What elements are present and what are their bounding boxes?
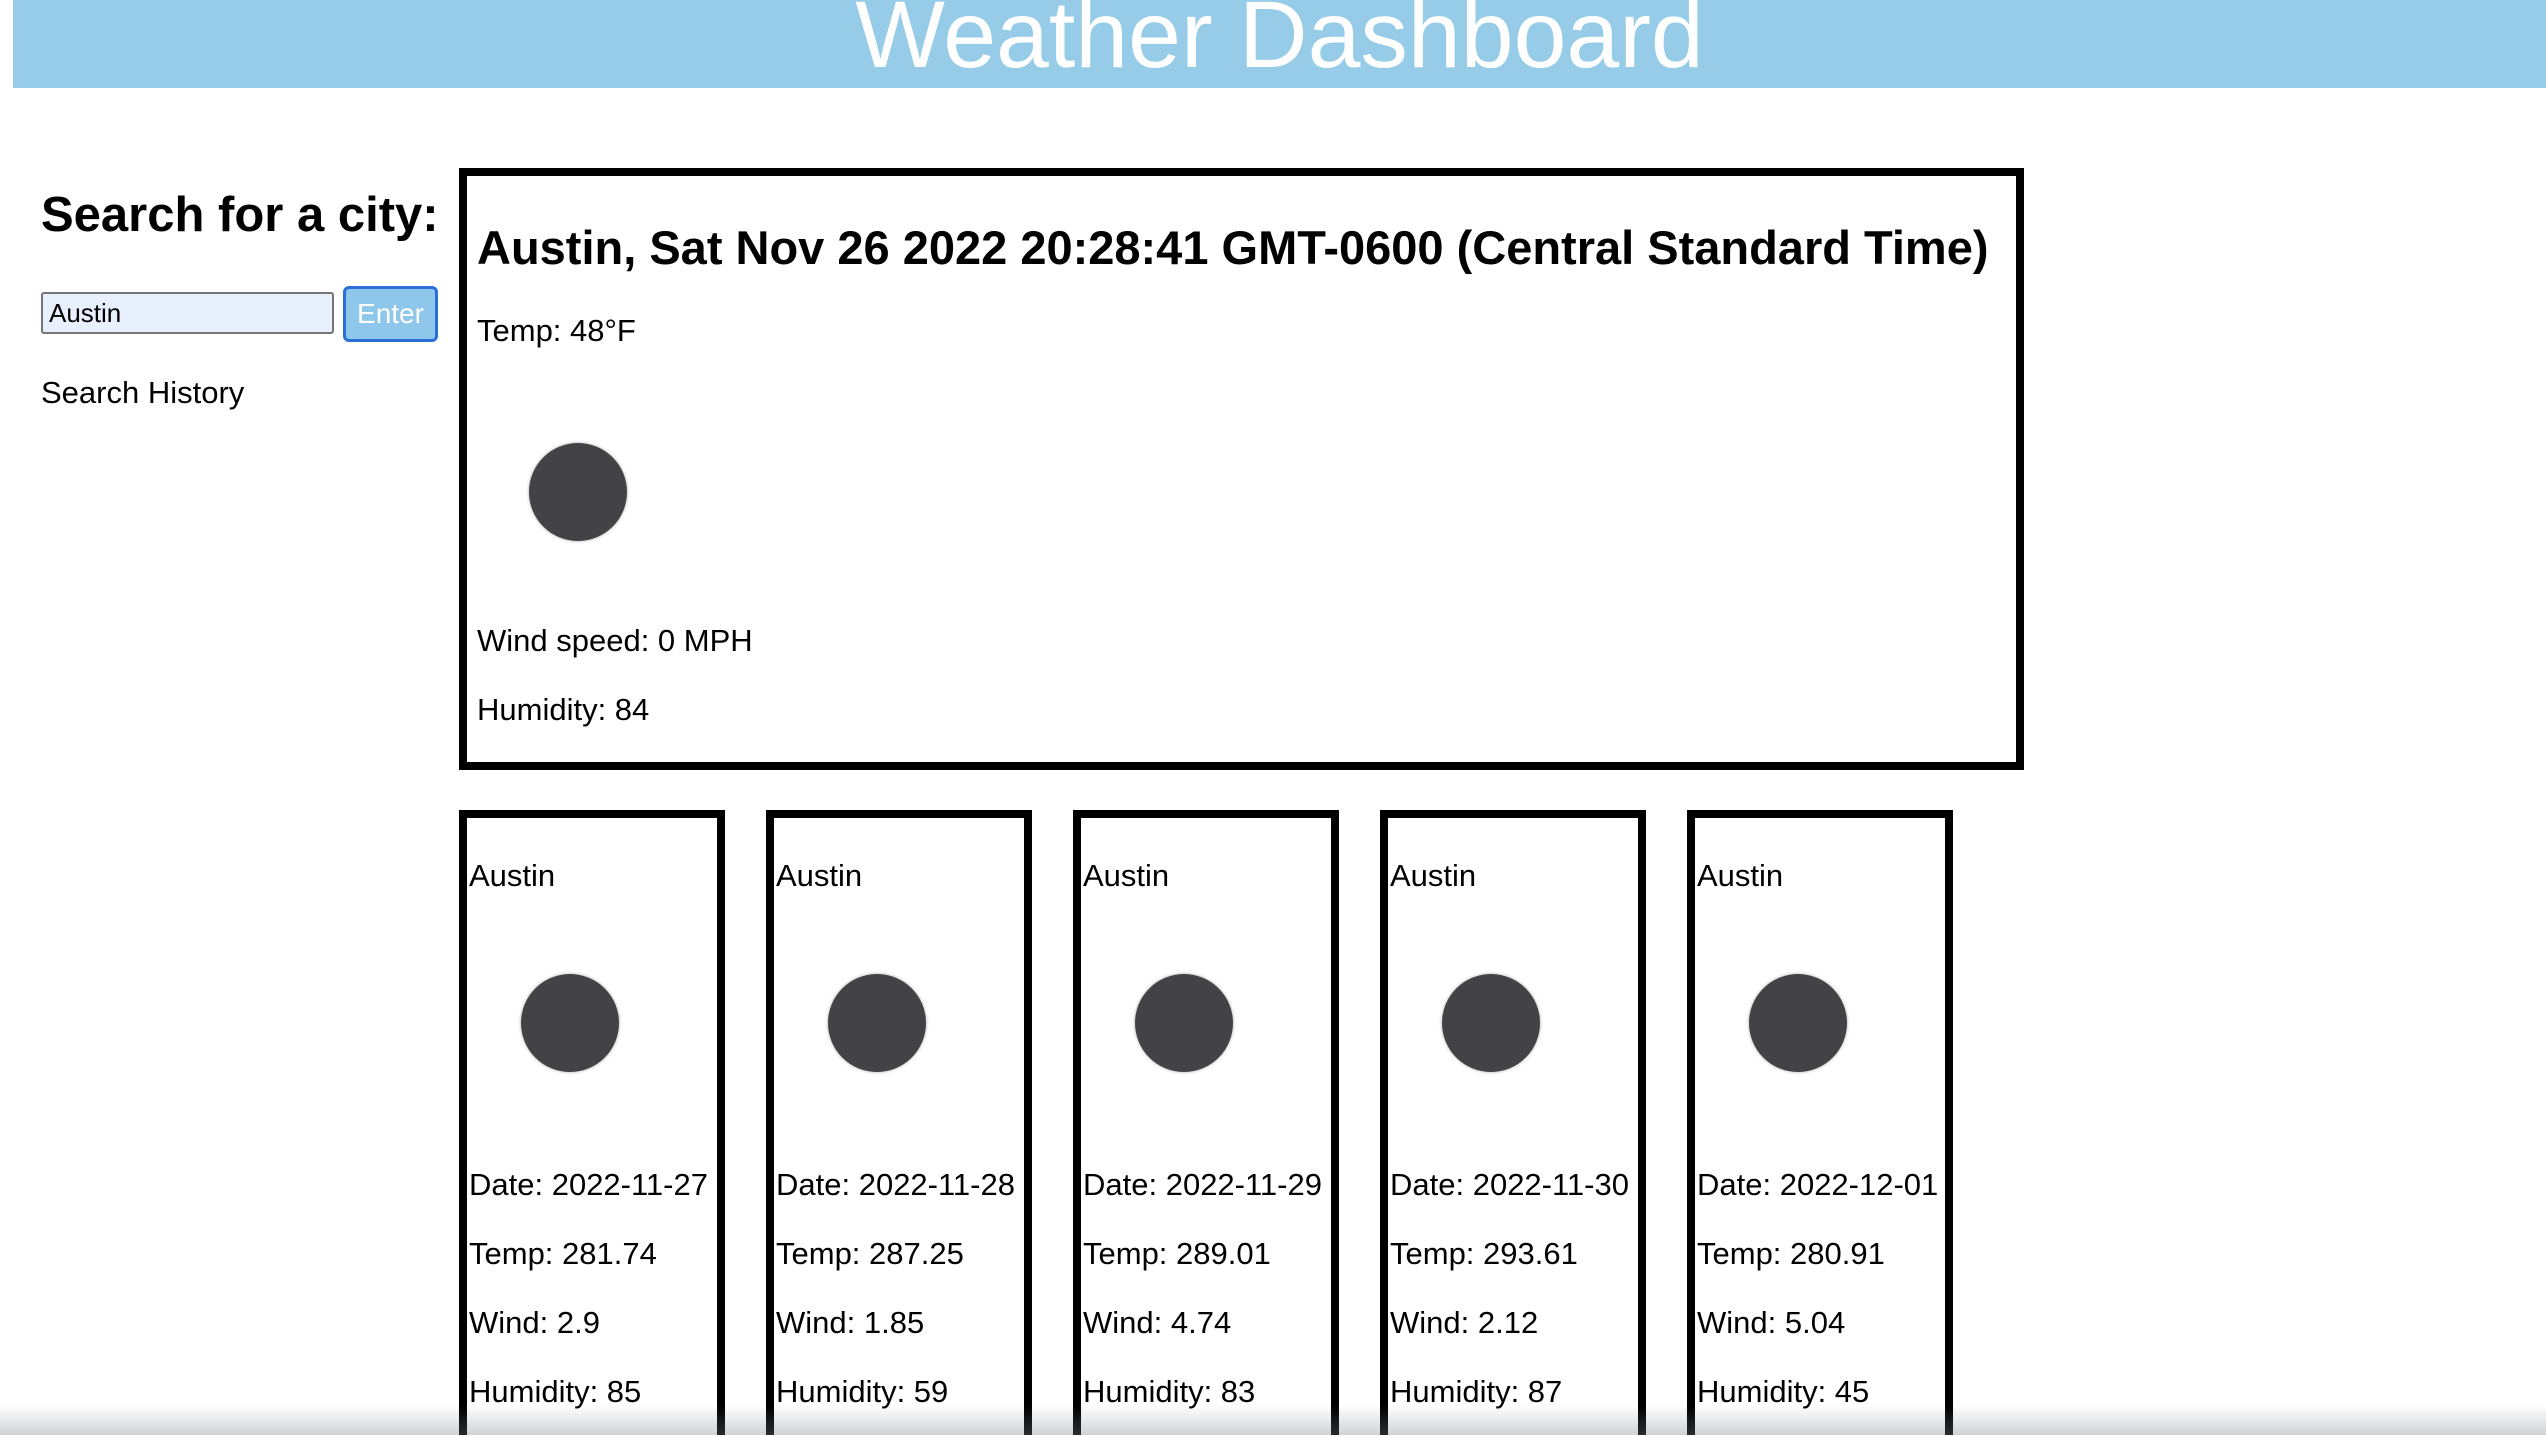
forecast-city: Austin xyxy=(1697,858,1784,893)
forecast-humidity: Humidity: 87 xyxy=(1390,1374,1563,1409)
forecast-city: Austin xyxy=(776,858,863,893)
forecast-city: Austin xyxy=(1083,858,1170,893)
forecast-temp: Temp: 289.01 xyxy=(1083,1236,1271,1271)
weather-icon xyxy=(1442,974,1540,1072)
header-bar: Weather Dashboard xyxy=(13,0,2546,88)
forecast-wind: Wind: 1.85 xyxy=(776,1305,925,1340)
weather-icon xyxy=(521,974,619,1072)
forecast-wind: Wind: 2.12 xyxy=(1390,1305,1539,1340)
current-humidity: Humidity: 84 xyxy=(477,692,650,727)
forecast-date: Date: 2022-11-29 xyxy=(1083,1167,1322,1202)
weather-icon xyxy=(1135,974,1233,1072)
forecast-card: Austin Date: 2022-11-30 Temp: 293.61 Win… xyxy=(1380,810,1646,1435)
weather-icon xyxy=(1749,974,1847,1072)
forecast-humidity: Humidity: 45 xyxy=(1697,1374,1870,1409)
forecast-date: Date: 2022-12-01 xyxy=(1697,1167,1939,1202)
forecast-humidity: Humidity: 59 xyxy=(776,1374,949,1409)
weather-dashboard-page: Weather Dashboard Search for a city: Ent… xyxy=(0,0,2546,1435)
current-wind: Wind speed: 0 MPH xyxy=(477,623,753,658)
forecast-humidity: Humidity: 85 xyxy=(469,1374,642,1409)
enter-button[interactable]: Enter xyxy=(343,286,438,342)
forecast-temp: Temp: 293.61 xyxy=(1390,1236,1578,1271)
forecast-card: Austin Date: 2022-11-28 Temp: 287.25 Win… xyxy=(766,810,1032,1435)
forecast-city: Austin xyxy=(1390,858,1477,893)
forecast-wind: Wind: 5.04 xyxy=(1697,1305,1846,1340)
forecast-city: Austin xyxy=(469,858,556,893)
forecast-temp: Temp: 287.25 xyxy=(776,1236,964,1271)
current-weather-title: Austin, Sat Nov 26 2022 20:28:41 GMT-060… xyxy=(477,221,1989,274)
search-history-label: Search History xyxy=(41,375,245,410)
forecast-date: Date: 2022-11-28 xyxy=(776,1167,1015,1202)
forecast-card: Austin Date: 2022-11-27 Temp: 281.74 Win… xyxy=(459,810,725,1435)
forecast-date: Date: 2022-11-27 xyxy=(469,1167,708,1202)
forecast-card: Austin Date: 2022-11-29 Temp: 289.01 Win… xyxy=(1073,810,1339,1435)
forecast-temp: Temp: 280.91 xyxy=(1697,1236,1885,1271)
forecast-date: Date: 2022-11-30 xyxy=(1390,1167,1629,1202)
weather-icon xyxy=(828,974,926,1072)
weather-icon xyxy=(529,443,627,541)
forecast-temp: Temp: 281.74 xyxy=(469,1236,657,1271)
forecast-humidity: Humidity: 83 xyxy=(1083,1374,1256,1409)
current-weather-card: Austin, Sat Nov 26 2022 20:28:41 GMT-060… xyxy=(459,168,2024,770)
forecast-wind: Wind: 4.74 xyxy=(1083,1305,1232,1340)
forecast-card: Austin Date: 2022-12-01 Temp: 280.91 Win… xyxy=(1687,810,1953,1435)
forecast-wind: Wind: 2.9 xyxy=(469,1305,600,1340)
search-heading: Search for a city: xyxy=(41,188,439,242)
current-temp: Temp: 48°F xyxy=(477,313,636,348)
page-title: Weather Dashboard xyxy=(855,0,1704,88)
city-search-input[interactable] xyxy=(41,292,334,334)
